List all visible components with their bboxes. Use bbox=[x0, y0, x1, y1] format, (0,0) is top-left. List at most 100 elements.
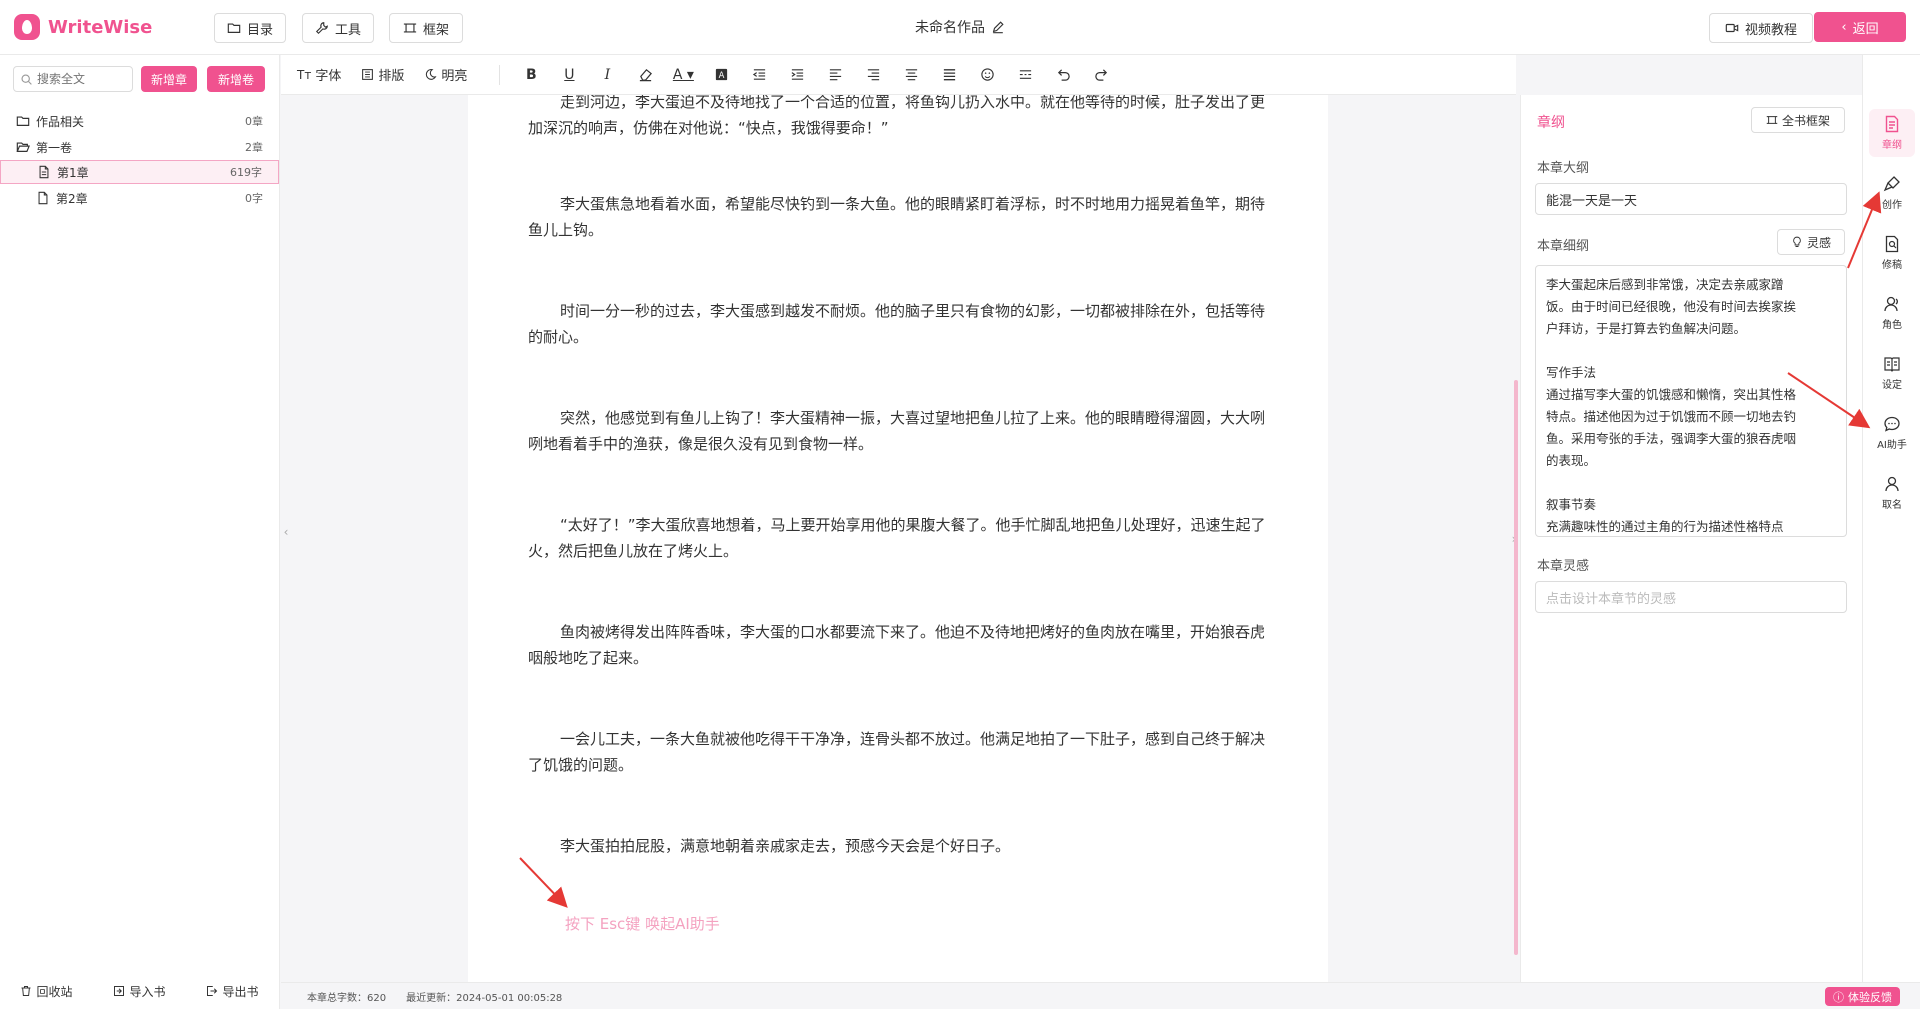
search-box[interactable] bbox=[13, 66, 133, 92]
nav-label: 角色 bbox=[1882, 320, 1902, 331]
export-book-button[interactable]: 导出书 bbox=[206, 983, 259, 1000]
paragraph[interactable]: 突然，他感觉到有鱼儿上钩了！李大蛋精神一振，大喜过望地把鱼儿拉了上来。他的眼睛瞪… bbox=[528, 405, 1274, 457]
folder-icon bbox=[16, 116, 30, 126]
catalog-label: 目录 bbox=[246, 22, 273, 38]
tree-item-count: 0字 bbox=[245, 192, 263, 205]
outdent-button[interactable] bbox=[740, 55, 778, 95]
paragraph[interactable]: 一会儿工夫，一条大鱼就被他吃得干干净净，连骨头都不放过。他满足地拍了一下肚子，感… bbox=[528, 726, 1274, 778]
bold-button[interactable]: B bbox=[512, 55, 550, 95]
align-justify-button[interactable] bbox=[930, 55, 968, 95]
chapter-outline-label: 本章大纲 bbox=[1537, 161, 1590, 176]
paragraph[interactable]: 走到河边，李大蛋迫不及待地找了一个合适的位置，将鱼钩儿扔入水中。就在他等待的时候… bbox=[528, 95, 1274, 141]
search-icon bbox=[21, 73, 32, 85]
chevron-left-icon: ‹ bbox=[1841, 19, 1847, 35]
emoji-icon bbox=[981, 68, 994, 81]
eraser-button[interactable] bbox=[626, 55, 664, 95]
tools-label: 工具 bbox=[334, 22, 361, 38]
nav-setting[interactable]: 设定 bbox=[1869, 349, 1915, 397]
chapter-outline-input[interactable]: 能混一天是一天 bbox=[1535, 183, 1847, 215]
italic-button[interactable]: I bbox=[588, 55, 626, 95]
outline-panel: 章纲 全书框架 本章大纲 能混一天是一天 本章细纲 灵感 李大蛋起床后感到非常饿… bbox=[1520, 95, 1862, 982]
layout-label: 排版 bbox=[378, 69, 405, 84]
scrollbar-indicator[interactable] bbox=[1514, 380, 1518, 955]
highlight-icon: A bbox=[715, 68, 727, 81]
tree-item-count: 2章 bbox=[245, 141, 263, 154]
format-toolbar: Tт 字体 排版 明亮 B U I A ▾ A bbox=[281, 55, 1516, 95]
chapter-inspiration-input[interactable]: 点击设计本章节的灵感 bbox=[1535, 581, 1847, 613]
search-input[interactable] bbox=[37, 72, 127, 86]
frame-button[interactable]: 框架 bbox=[389, 13, 463, 43]
nav-outline[interactable]: 章纲 bbox=[1869, 109, 1915, 157]
document-title-text: 未命名作品 bbox=[915, 20, 985, 36]
return-button[interactable]: ‹ 返回 bbox=[1814, 12, 1906, 42]
tree-item-works[interactable]: 作品相关 0章 bbox=[0, 109, 279, 133]
import-book-button[interactable]: 导入书 bbox=[113, 983, 166, 1000]
nav-revise[interactable]: 修稿 bbox=[1869, 229, 1915, 277]
new-chapter-button[interactable]: 新增章 bbox=[141, 66, 197, 92]
underline-icon: U bbox=[564, 66, 575, 83]
moon-icon bbox=[426, 69, 437, 80]
emoji-button[interactable] bbox=[968, 55, 1006, 95]
tree-item-volume-1[interactable]: 第一卷 2章 bbox=[0, 135, 279, 159]
inspiration-button[interactable]: 灵感 bbox=[1777, 229, 1845, 255]
whole-book-frame-button[interactable]: 全书框架 bbox=[1751, 107, 1845, 133]
folder-open-icon bbox=[16, 142, 30, 152]
collapse-left-toggle[interactable]: ‹ bbox=[281, 520, 291, 544]
trash-icon bbox=[21, 986, 31, 996]
logo-icon bbox=[14, 14, 40, 40]
eraser-icon bbox=[639, 68, 652, 82]
align-center-button[interactable] bbox=[892, 55, 930, 95]
editor-page[interactable]: 走到河边，李大蛋迫不及待地找了一个合适的位置，将鱼钩儿扔入水中。就在他等待的时候… bbox=[468, 95, 1328, 982]
layout-button[interactable]: 排版 bbox=[361, 65, 404, 84]
new-volume-button[interactable]: 新增卷 bbox=[207, 66, 265, 92]
app-logo[interactable]: WriteWise bbox=[14, 13, 152, 41]
italic-icon: I bbox=[604, 66, 611, 83]
paragraph[interactable]: “太好了！”李大蛋欣喜地想着，马上要开始享用他的果腹大餐了。他手忙脚乱地把鱼儿处… bbox=[528, 512, 1274, 564]
document-title[interactable]: 未命名作品 bbox=[860, 17, 1060, 37]
background-color-button[interactable]: A bbox=[702, 55, 740, 95]
paragraph[interactable]: 李大蛋拍拍屁股，满意地朝着亲戚家走去，预感今天会是个好日子。 bbox=[528, 833, 1274, 859]
align-justify-icon bbox=[943, 69, 955, 81]
tree-item-count: 619字 bbox=[230, 166, 262, 179]
font-button[interactable]: Tт 字体 bbox=[297, 65, 341, 85]
tree-item-chapter-2[interactable]: 第2章 0字 bbox=[0, 186, 279, 210]
font-color-button[interactable]: A ▾ bbox=[664, 55, 702, 95]
frame-label: 框架 bbox=[422, 22, 449, 38]
file-icon bbox=[39, 165, 49, 179]
indent-button[interactable] bbox=[778, 55, 816, 95]
redo-button[interactable] bbox=[1082, 55, 1120, 95]
nav-label: 章纲 bbox=[1882, 140, 1902, 151]
outline-panel-title: 章纲 bbox=[1537, 115, 1565, 131]
align-left-icon bbox=[829, 69, 841, 81]
feedback-button[interactable]: ⓘ 体验反馈 bbox=[1825, 987, 1900, 1006]
catalog-button[interactable]: 目录 bbox=[214, 13, 286, 43]
recycle-bin-button[interactable]: 回收站 bbox=[20, 983, 73, 1000]
underline-button[interactable]: U bbox=[550, 55, 588, 95]
status-bar: 本章总字数：620 最近更新：2024-05-01 00:05:28 ⓘ 体验反… bbox=[281, 982, 1920, 1009]
paragraph[interactable]: 时间一分一秒的过去，李大蛋感到越发不耐烦。他的脑子里只有食物的幻影，一切都被排除… bbox=[528, 298, 1274, 350]
align-right-button[interactable] bbox=[854, 55, 892, 95]
chat-icon bbox=[1884, 416, 1900, 432]
nav-character[interactable]: 角色 bbox=[1869, 289, 1915, 337]
divider-line-button[interactable] bbox=[1006, 55, 1044, 95]
chapter-detail-textarea[interactable]: 李大蛋起床后感到非常饿，决定去亲戚家蹭 饭。由于时间已经很晚，他没有时间去挨家挨… bbox=[1535, 265, 1847, 537]
align-left-button[interactable] bbox=[816, 55, 854, 95]
detail-line: 通过描写李大蛋的饥饿感和懒惰，突出其性格 bbox=[1546, 387, 1797, 402]
nav-create[interactable]: 创作 bbox=[1869, 169, 1915, 217]
tools-button[interactable]: 工具 bbox=[302, 13, 374, 43]
video-tutorial-button[interactable]: 视频教程 bbox=[1709, 13, 1813, 43]
last-update-time: 最近更新：2024-05-01 00:05:28 bbox=[406, 992, 563, 1004]
detail-line bbox=[1546, 340, 1836, 362]
toolbar-divider bbox=[499, 64, 501, 85]
brightness-button[interactable]: 明亮 bbox=[424, 65, 467, 84]
nav-ai-assistant[interactable]: AI助手 bbox=[1869, 409, 1915, 457]
feedback-label: 体验反馈 bbox=[1848, 990, 1892, 1004]
tree-item-label: 第2章 bbox=[56, 191, 88, 206]
chapter-sidebar: 新增章 新增卷 作品相关 0章 第一卷 2章 第1章 619字 第2章 0字 回… bbox=[0, 55, 280, 1009]
tree-item-chapter-1[interactable]: 第1章 619字 bbox=[0, 160, 279, 184]
undo-button[interactable] bbox=[1044, 55, 1082, 95]
nav-naming[interactable]: 取名 bbox=[1869, 469, 1915, 517]
paragraph[interactable]: 鱼肉被烤得发出阵阵香味，李大蛋的口水都要流下来了。他迫不及待地把烤好的鱼肉放在嘴… bbox=[528, 619, 1274, 671]
redo-icon bbox=[1095, 69, 1107, 81]
paragraph[interactable]: 李大蛋焦急地看着水面，希望能尽快钓到一条大鱼。他的眼睛紧盯着浮标，时不时地用力摇… bbox=[528, 191, 1274, 243]
